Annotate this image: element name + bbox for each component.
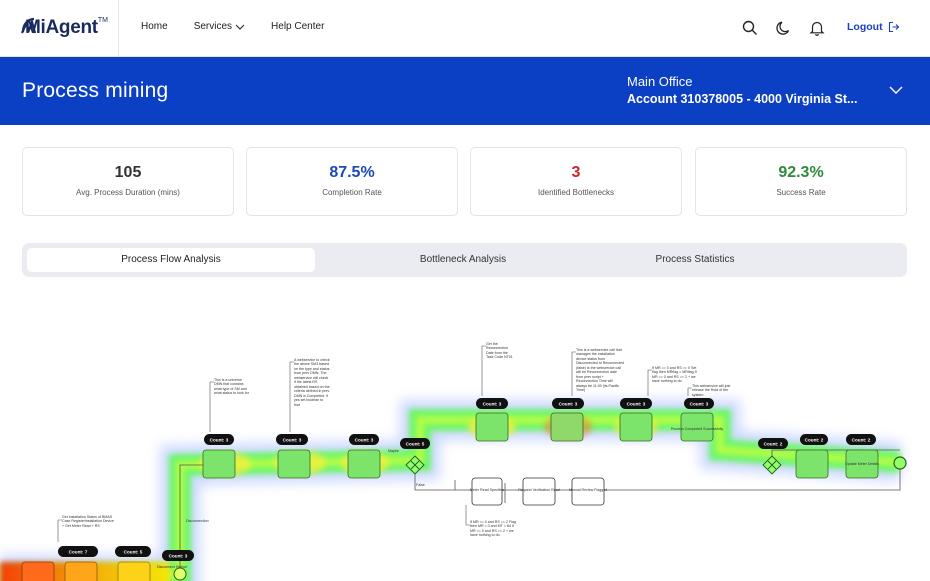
logo-trademark: TM	[97, 17, 108, 24]
count-badge: Count: 3	[169, 554, 188, 559]
annotation-note: A webservice to check the above SM3 base…	[294, 358, 330, 407]
tab-process-flow-analysis[interactable]: Process Flow Analysis	[27, 248, 315, 272]
nav-home-link[interactable]: Home	[141, 21, 168, 32]
metric-label: Identified Bottlenecks	[537, 188, 615, 197]
count-badge: Count: 3	[283, 438, 302, 443]
task-box[interactable]	[277, 449, 311, 479]
nav-help-center-link[interactable]: Help Center	[271, 21, 324, 32]
count-badge: Count: 3	[483, 402, 502, 407]
metric-value: 105	[114, 164, 142, 181]
task-label: Request Verification Read	[518, 488, 560, 492]
metric-card-bottlenecks: 3 Identified Bottlenecks	[470, 147, 682, 216]
annotation-note: This is a universe DMN that contains wha…	[214, 378, 249, 396]
count-badge: Count: 3	[627, 402, 646, 407]
metric-label: Avg. Process Duration (mins)	[76, 188, 180, 197]
metric-card-avg-duration: 105 Avg. Process Duration (mins)	[22, 147, 234, 216]
logo-text: MiAgent	[25, 17, 98, 38]
annotation-note: If MR == 0 and RS == 0 Set flag then MRf…	[652, 366, 697, 384]
nav-services-link[interactable]: Services	[194, 21, 245, 32]
task-label: Meter Read Specifics	[470, 488, 504, 492]
task-box[interactable]	[619, 412, 653, 442]
chevron-down-icon[interactable]	[889, 85, 903, 95]
page-title: Process mining	[22, 79, 169, 102]
task-box[interactable]	[347, 449, 381, 479]
annotation-note: If MR == 0 and RS == 2 Flag then MR = 0 …	[470, 520, 516, 538]
nav-services-label: Services	[193, 21, 233, 32]
moon-icon[interactable]	[775, 19, 793, 37]
flow-label: Disconnect Station	[157, 565, 187, 569]
count-badge: Count: 2	[764, 442, 783, 447]
intermediate-event[interactable]	[173, 567, 187, 581]
logout-button[interactable]: Logout	[847, 21, 900, 33]
task-box[interactable]	[475, 412, 509, 442]
task-label: Process Completed Successfully	[671, 427, 724, 431]
annotation-note: Get installation Status of BMAS Case Reg…	[62, 515, 114, 528]
brand-logo[interactable]: MiAgentTM	[20, 14, 118, 44]
task-box[interactable]	[117, 561, 151, 581]
search-icon[interactable]	[741, 19, 759, 37]
count-badge: Count: 2	[852, 438, 871, 443]
annotation-note: Get the Reconnection Date from the Task …	[486, 342, 513, 360]
task-box[interactable]	[64, 561, 98, 581]
count-badge: Count: 5	[406, 442, 425, 447]
nav-links: Home Services Help Center	[141, 21, 350, 32]
metric-card-success-rate: 92.3% Success Rate	[695, 147, 907, 216]
page-header-banner: Process mining Main Office Account 31037…	[0, 57, 930, 125]
count-badge: Count: 3	[690, 402, 709, 407]
flow-label: Maybe	[388, 449, 399, 453]
metric-value: 3	[571, 164, 581, 181]
top-navigation-bar: MiAgentTM Home Services Help Center Logo…	[0, 0, 930, 57]
count-badge: Count: 3	[355, 438, 374, 443]
account-selector[interactable]: Main Office Account 310378005 - 4000 Vir…	[627, 74, 917, 106]
tab-bottleneck-analysis[interactable]: Bottleneck Analysis	[318, 248, 608, 272]
count-badge: Count: 7	[69, 550, 88, 555]
count-badge: Count: 3	[210, 438, 229, 443]
task-label: Manual Review Flagged	[569, 488, 608, 492]
metric-label: Success Rate	[776, 188, 826, 197]
analysis-tabs: Process Flow Analysis Bottleneck Analysi…	[22, 243, 907, 277]
tab-process-statistics[interactable]: Process Statistics	[612, 248, 778, 272]
end-event[interactable]	[893, 456, 907, 470]
chevron-down-icon	[235, 24, 245, 30]
task-label: Update Meter Details	[845, 462, 879, 466]
metric-label: Completion Rate	[322, 188, 382, 197]
flow-label: False	[416, 483, 425, 487]
logout-icon	[888, 21, 899, 33]
process-flow-diagram[interactable]: Count: 7 Count: 5 Count: 3 Count: 3 Coun…	[0, 300, 930, 581]
task-box[interactable]	[550, 412, 584, 442]
nav-divider	[118, 0, 119, 57]
annotation-note: This is a webservice call that manages t…	[576, 348, 624, 393]
metric-value: 87.5%	[329, 164, 375, 181]
task-box[interactable]	[795, 449, 829, 479]
metric-value: 92.3%	[778, 164, 824, 181]
task-box[interactable]	[202, 449, 236, 479]
logout-label: Logout	[847, 21, 883, 33]
bell-icon[interactable]	[808, 19, 826, 37]
annotation-note: This webservice will just release the Ho…	[692, 384, 731, 397]
process-flow-canvas: Count: 7 Count: 5 Count: 3 Count: 3 Coun…	[0, 342, 907, 581]
metric-card-completion-rate: 87.5% Completion Rate	[246, 147, 458, 216]
count-badge: Count: 5	[124, 550, 143, 555]
count-badge: Count: 3	[559, 402, 578, 407]
task-box[interactable]	[21, 561, 55, 581]
flow-label: Disconnection	[186, 519, 209, 523]
office-name: Main Office	[627, 74, 693, 89]
account-number: Account 310378005 - 4000 Virginia St...	[627, 92, 858, 106]
count-badge: Count: 2	[805, 438, 824, 443]
